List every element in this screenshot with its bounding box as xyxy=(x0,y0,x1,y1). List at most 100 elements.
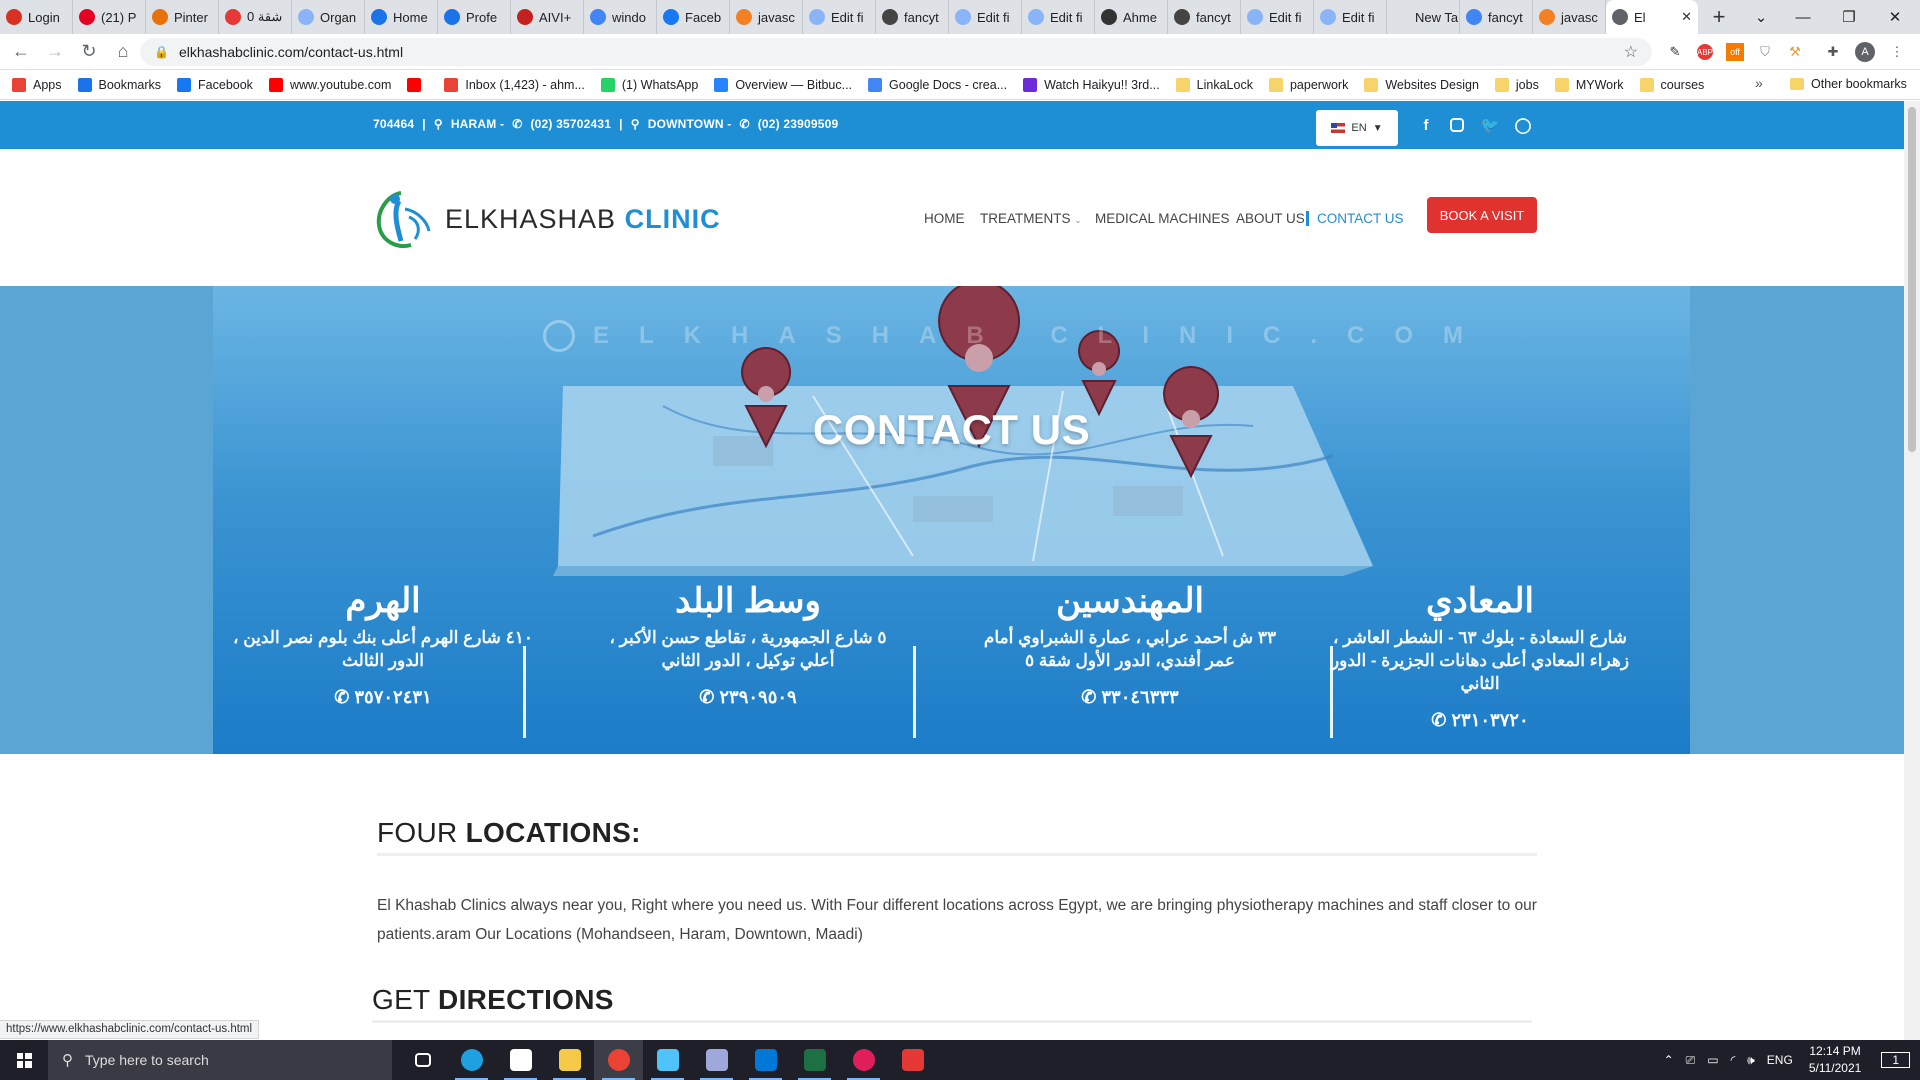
taskbar-network-tool-icon[interactable] xyxy=(692,1040,741,1080)
browser-tab[interactable]: Login xyxy=(0,0,73,34)
hammer-extension-icon[interactable]: ⚒ xyxy=(1784,41,1806,63)
new-tab-button[interactable]: + xyxy=(1704,2,1734,32)
bookmark-item[interactable]: Facebook xyxy=(177,77,253,92)
nav-treatments[interactable]: TREATMENTS ⌄ xyxy=(980,211,1082,226)
browser-tab[interactable]: windo xyxy=(584,0,657,34)
bookmark-item[interactable]: Bookmarks xyxy=(77,77,161,92)
browser-tab[interactable]: fancyt xyxy=(876,0,949,34)
start-button[interactable] xyxy=(0,1040,48,1080)
reload-button[interactable]: ↻ xyxy=(72,37,106,67)
nav-home[interactable]: HOME xyxy=(924,211,965,226)
nav-about-us[interactable]: ABOUT US xyxy=(1236,211,1305,226)
browser-tab[interactable]: New Tab xyxy=(1387,0,1460,34)
browser-tab[interactable]: Organ xyxy=(292,0,365,34)
battery-icon[interactable]: ▭ xyxy=(1707,1053,1718,1067)
taskbar-edge-icon[interactable] xyxy=(447,1040,496,1080)
bookmark-item[interactable] xyxy=(407,77,428,92)
device-icon[interactable]: ⎚ xyxy=(1686,1053,1696,1068)
active-browser-tab[interactable]: El ✕ xyxy=(1606,0,1698,34)
bookmark-item[interactable]: courses xyxy=(1639,77,1704,92)
taskbar-task-view-icon[interactable] xyxy=(398,1040,447,1080)
downtown-phone[interactable]: (02) 23909509 xyxy=(758,117,839,131)
taskbar-slack-icon[interactable] xyxy=(839,1040,888,1080)
browser-tab[interactable]: Ahme xyxy=(1095,0,1168,34)
taskbar-app-red-icon[interactable] xyxy=(888,1040,937,1080)
nav-contact-us[interactable]: CONTACT US xyxy=(1306,211,1404,226)
puzzle-icon[interactable]: ✚ xyxy=(1822,41,1844,63)
browser-tab[interactable]: Edit fi xyxy=(1314,0,1387,34)
close-window-button[interactable]: ✕ xyxy=(1872,0,1918,34)
browser-tab[interactable]: javasc xyxy=(730,0,803,34)
taskbar-chrome-icon[interactable] xyxy=(594,1040,643,1080)
book-visit-button[interactable]: BOOK A VISIT xyxy=(1427,197,1537,233)
site-logo[interactable]: ELKHASHAB CLINIC xyxy=(371,187,721,251)
off-extension-icon[interactable]: off xyxy=(1726,43,1744,61)
bookmark-star-icon[interactable]: ☆ xyxy=(1624,42,1638,62)
browser-tab[interactable]: fancyt xyxy=(1460,0,1533,34)
instagram-icon[interactable] xyxy=(1447,115,1467,135)
bookmark-item[interactable]: Websites Design xyxy=(1364,77,1479,92)
menu-icon[interactable]: ⋮ xyxy=(1886,41,1908,63)
browser-tab[interactable]: javasc xyxy=(1533,0,1606,34)
bookmark-item[interactable]: paperwork xyxy=(1268,77,1348,92)
browser-tab[interactable]: Edit fi xyxy=(949,0,1022,34)
bookmark-icon xyxy=(600,77,615,92)
taskbar-search[interactable]: ⚲ Type here to search xyxy=(48,1040,392,1080)
language-selector[interactable]: EN ▼ xyxy=(1316,110,1398,146)
browser-tab[interactable]: شقة 0 xyxy=(219,0,292,34)
bookmark-item[interactable]: Inbox (1,423) - ahm... xyxy=(444,77,585,92)
browser-tab[interactable]: fancyt xyxy=(1168,0,1241,34)
browser-tab[interactable]: Pinter xyxy=(146,0,219,34)
bookmark-item[interactable]: Apps xyxy=(12,77,62,92)
bookmark-item[interactable]: jobs xyxy=(1494,77,1539,92)
page-scrollbar[interactable] xyxy=(1904,101,1920,1040)
clock[interactable]: 12:14 PM 5/11/2021 xyxy=(1809,1043,1862,1077)
taskbar-excel-icon[interactable] xyxy=(790,1040,839,1080)
scrollbar-thumb[interactable] xyxy=(1908,107,1916,452)
taskbar-store-icon[interactable] xyxy=(496,1040,545,1080)
bookmark-item[interactable]: (1) WhatsApp xyxy=(600,77,698,92)
bookmark-item[interactable]: MYWork xyxy=(1554,77,1624,92)
nav-medical-machines[interactable]: MEDICAL MACHINES xyxy=(1095,211,1230,226)
minimize-button[interactable]: — xyxy=(1780,0,1826,34)
edit-extension-icon[interactable]: ✎ xyxy=(1664,41,1686,63)
forward-button[interactable]: → xyxy=(38,37,72,67)
chevron-up-icon[interactable]: ⌃ xyxy=(1664,1053,1674,1067)
adblock-icon[interactable]: ABP xyxy=(1697,44,1713,60)
browser-tab[interactable]: Faceb xyxy=(657,0,730,34)
browser-tab[interactable]: Edit fi xyxy=(1022,0,1095,34)
volume-icon[interactable]: 🕪 xyxy=(1747,1053,1755,1068)
address-bar[interactable]: 🔒 elkhashabclinic.com/contact-us.html ☆ xyxy=(140,38,1652,66)
close-tab-icon[interactable]: ✕ xyxy=(1681,9,1692,25)
tab-favicon-icon xyxy=(298,9,314,25)
bookmark-item[interactable]: LinkaLock xyxy=(1175,77,1253,92)
taskbar-vscode-icon[interactable] xyxy=(741,1040,790,1080)
restore-button[interactable]: ❐ xyxy=(1826,0,1872,34)
back-button[interactable]: ← xyxy=(4,37,38,67)
more-bookmarks-icon[interactable]: » xyxy=(1755,75,1763,91)
taskbar-file-explorer-icon[interactable] xyxy=(545,1040,594,1080)
other-bookmarks[interactable]: Other bookmarks xyxy=(1790,77,1907,91)
facebook-icon[interactable]: f xyxy=(1416,115,1436,135)
bookmark-item[interactable]: Watch Haikyu!! 3rd... xyxy=(1023,77,1160,92)
bookmark-item[interactable]: Overview — Bitbuc... xyxy=(714,77,852,92)
shield-icon[interactable]: ⛉ xyxy=(1754,41,1776,63)
home-button[interactable]: ⌂ xyxy=(106,37,140,67)
window-menu-icon[interactable]: ⌄ xyxy=(1738,0,1784,34)
browser-tab[interactable]: Home xyxy=(365,0,438,34)
taskbar-terminal-icon[interactable] xyxy=(643,1040,692,1080)
twitter-icon[interactable]: 🐦 xyxy=(1480,115,1500,135)
haram-phone[interactable]: (02) 35702431 xyxy=(530,117,611,131)
browser-tab[interactable]: Edit fi xyxy=(803,0,876,34)
bookmark-item[interactable]: www.youtube.com xyxy=(268,77,391,92)
browser-tab[interactable]: Profe xyxy=(438,0,511,34)
browser-tab[interactable]: (21) P xyxy=(73,0,146,34)
input-language[interactable]: ENG xyxy=(1767,1053,1793,1067)
profile-avatar[interactable]: A xyxy=(1855,42,1875,62)
whatsapp-icon[interactable]: ◯ xyxy=(1513,115,1533,135)
browser-tab[interactable]: AIVI+ xyxy=(511,0,584,34)
browser-tab[interactable]: Edit fi xyxy=(1241,0,1314,34)
bookmark-item[interactable]: Google Docs - crea... xyxy=(868,77,1007,92)
notification-icon[interactable]: 1 xyxy=(1881,1052,1910,1068)
wifi-icon[interactable]: ◜ xyxy=(1731,1053,1736,1067)
